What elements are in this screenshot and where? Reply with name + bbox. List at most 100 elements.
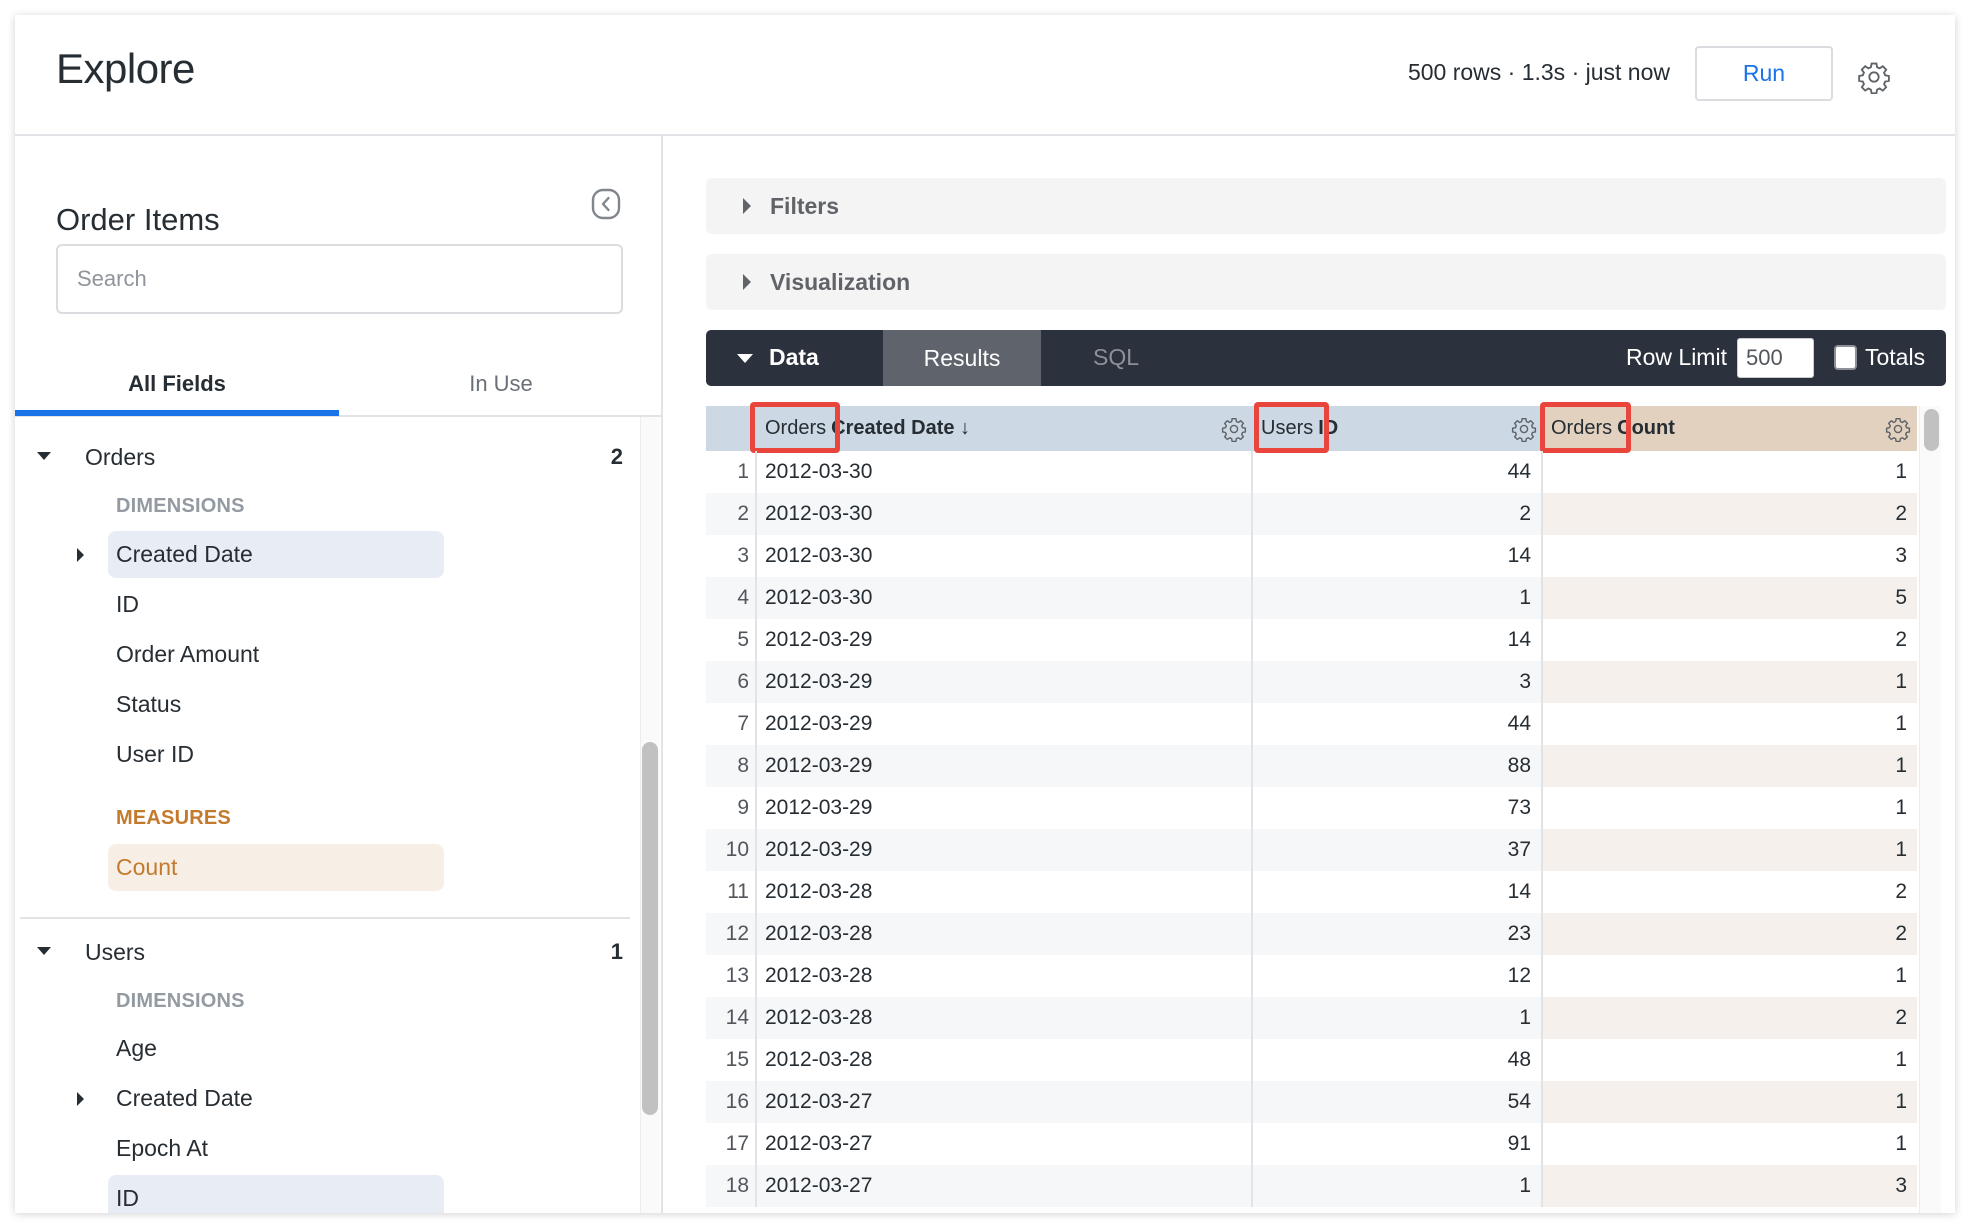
row-limit-input[interactable] [1737,338,1814,378]
field-orders-status[interactable]: Status [108,681,444,728]
count-cell: 2 [1895,880,1907,903]
column-header-users-id[interactable]: Users ID [1253,406,1543,451]
tab-results[interactable]: Results [883,330,1041,386]
created-date-cell: 2012-03-28 [757,955,1253,997]
field-users-epoch-at[interactable]: Epoch At [108,1125,444,1172]
row-number-cell: 16 [706,1081,757,1123]
field-tree: Orders 2 DIMENSIONS Created Date ID Orde… [15,417,645,1213]
row-number-cell: 2 [706,493,757,535]
table-row[interactable]: 11 2012-03-28 14 2 [706,871,1917,913]
sidebar-scrollbar-thumb[interactable] [642,742,658,1115]
field-label: Order Amount [116,641,260,667]
field-orders-order-amount[interactable]: Order Amount [108,631,444,678]
count-cell: 1 [1543,745,1917,787]
table-row[interactable]: 7 2012-03-29 44 1 [706,703,1917,745]
row-number-cell: 11 [706,871,757,913]
field-label: Count [116,854,178,880]
table-row[interactable]: 13 2012-03-28 12 1 [706,955,1917,997]
table-row[interactable]: 10 2012-03-29 37 1 [706,829,1917,871]
view-group-count: 1 [610,939,623,964]
table-row[interactable]: 9 2012-03-29 73 1 [706,787,1917,829]
row-number-cell: 15 [706,1039,757,1081]
table-row[interactable]: 8 2012-03-29 88 1 [706,745,1917,787]
filters-section[interactable]: Filters [706,178,1946,234]
field-orders-created-date[interactable]: Created Date [77,531,444,578]
table-row[interactable]: 5 2012-03-29 14 2 [706,619,1917,661]
table-scrollbar-thumb[interactable] [1924,409,1939,451]
created-date-cell: 2012-03-29 [757,703,1253,745]
table-row[interactable]: 3 2012-03-30 14 3 [706,535,1917,577]
gear-icon[interactable] [1511,416,1537,443]
field-label: Age [116,1035,157,1061]
table-row[interactable]: 16 2012-03-27 54 1 [706,1081,1917,1123]
table-row[interactable]: 15 2012-03-28 48 1 [706,1039,1917,1081]
row-number-cell: 10 [706,829,757,871]
tab-sql[interactable]: SQL [1093,344,1139,371]
field-picker-sidebar: Order Items All Fields In Use Orders 2 D… [15,136,663,1213]
table-row[interactable]: 2 2012-03-30 2 2 [706,493,1917,535]
filters-label: Filters [770,192,840,219]
user-id-cell: 44 [1253,451,1543,493]
user-id-cell: 73 [1253,787,1543,829]
row-number-cell: 6 [706,661,757,703]
run-button[interactable]: Run [1695,46,1833,101]
column-field-name: ID [1318,417,1339,439]
user-id-cell: 3 [1253,661,1543,703]
chevron-left-icon[interactable] [591,188,621,220]
field-orders-id[interactable]: ID [108,581,444,628]
group-divider [20,917,630,919]
explore-name: Order Items [56,202,220,237]
tab-all-fields[interactable]: All Fields [15,358,339,410]
view-group-count: 2 [610,444,623,469]
table-row[interactable]: 14 2012-03-28 1 2 [706,997,1917,1039]
caret-right-icon[interactable] [77,548,84,562]
table-row[interactable]: 17 2012-03-27 91 1 [706,1123,1917,1165]
created-date-cell: 2012-03-29 [757,745,1253,787]
user-id-cell: 44 [1253,703,1543,745]
caret-right-icon[interactable] [77,1092,84,1106]
field-label: Created Date [116,541,253,567]
created-date-cell: 2012-03-30 [757,577,1253,619]
user-id-cell: 1 [1253,997,1543,1039]
count-cell: 1 [1543,829,1917,871]
explore-window: Explore 500 rows · 1.3s · just now Run O… [15,15,1955,1213]
column-header-orders-created-date[interactable]: Orders Created Date ↓ [757,406,1253,451]
created-date-cell: 2012-03-30 [757,535,1253,577]
query-metadata: 500 rows · 1.3s · just now [1407,59,1670,85]
field-users-created-date[interactable]: Created Date [77,1075,444,1122]
created-date-cell: 2012-03-29 [757,829,1253,871]
row-number-cell: 8 [706,745,757,787]
table-scrollbar[interactable] [1919,406,1941,1213]
user-id-cell: 88 [1253,745,1543,787]
active-tab-indicator [15,410,339,416]
count-cell: 1 [1895,964,1907,987]
gear-icon[interactable] [1857,60,1891,95]
view-group-orders[interactable]: Orders 2 [15,432,635,482]
field-search-input[interactable] [56,244,623,314]
field-label: Epoch At [116,1135,209,1161]
caret-down-icon[interactable] [737,354,753,363]
user-id-cell: 14 [1253,619,1543,661]
field-orders-user-id[interactable]: User ID [108,731,444,778]
created-date-cell: 2012-03-29 [757,619,1253,661]
created-date-cell: 2012-03-28 [757,1039,1253,1081]
visualization-section[interactable]: Visualization [706,254,1946,310]
gear-icon[interactable] [1221,416,1247,443]
gear-icon[interactable] [1885,416,1911,443]
field-users-id[interactable]: ID [108,1175,444,1213]
column-header-orders-count[interactable]: Orders Count [1543,406,1917,451]
table-row[interactable]: 1 2012-03-30 44 1 [706,451,1917,493]
count-cell: 1 [1895,712,1907,735]
table-row[interactable]: 6 2012-03-29 3 1 [706,661,1917,703]
view-group-users[interactable]: Users 1 [15,927,635,977]
table-row[interactable]: 4 2012-03-30 1 5 [706,577,1917,619]
tab-in-use[interactable]: In Use [339,358,663,410]
table-row[interactable]: 18 2012-03-27 1 3 [706,1165,1917,1207]
view-group-name: Orders [85,443,156,470]
table-row[interactable]: 12 2012-03-28 23 2 [706,913,1917,955]
field-users-age[interactable]: Age [108,1025,444,1072]
data-section-toggle[interactable]: Data [769,344,819,371]
field-orders-count[interactable]: Count [108,844,444,891]
totals-checkbox[interactable] [1834,345,1857,370]
created-date-cell: 2012-03-28 [757,997,1253,1039]
